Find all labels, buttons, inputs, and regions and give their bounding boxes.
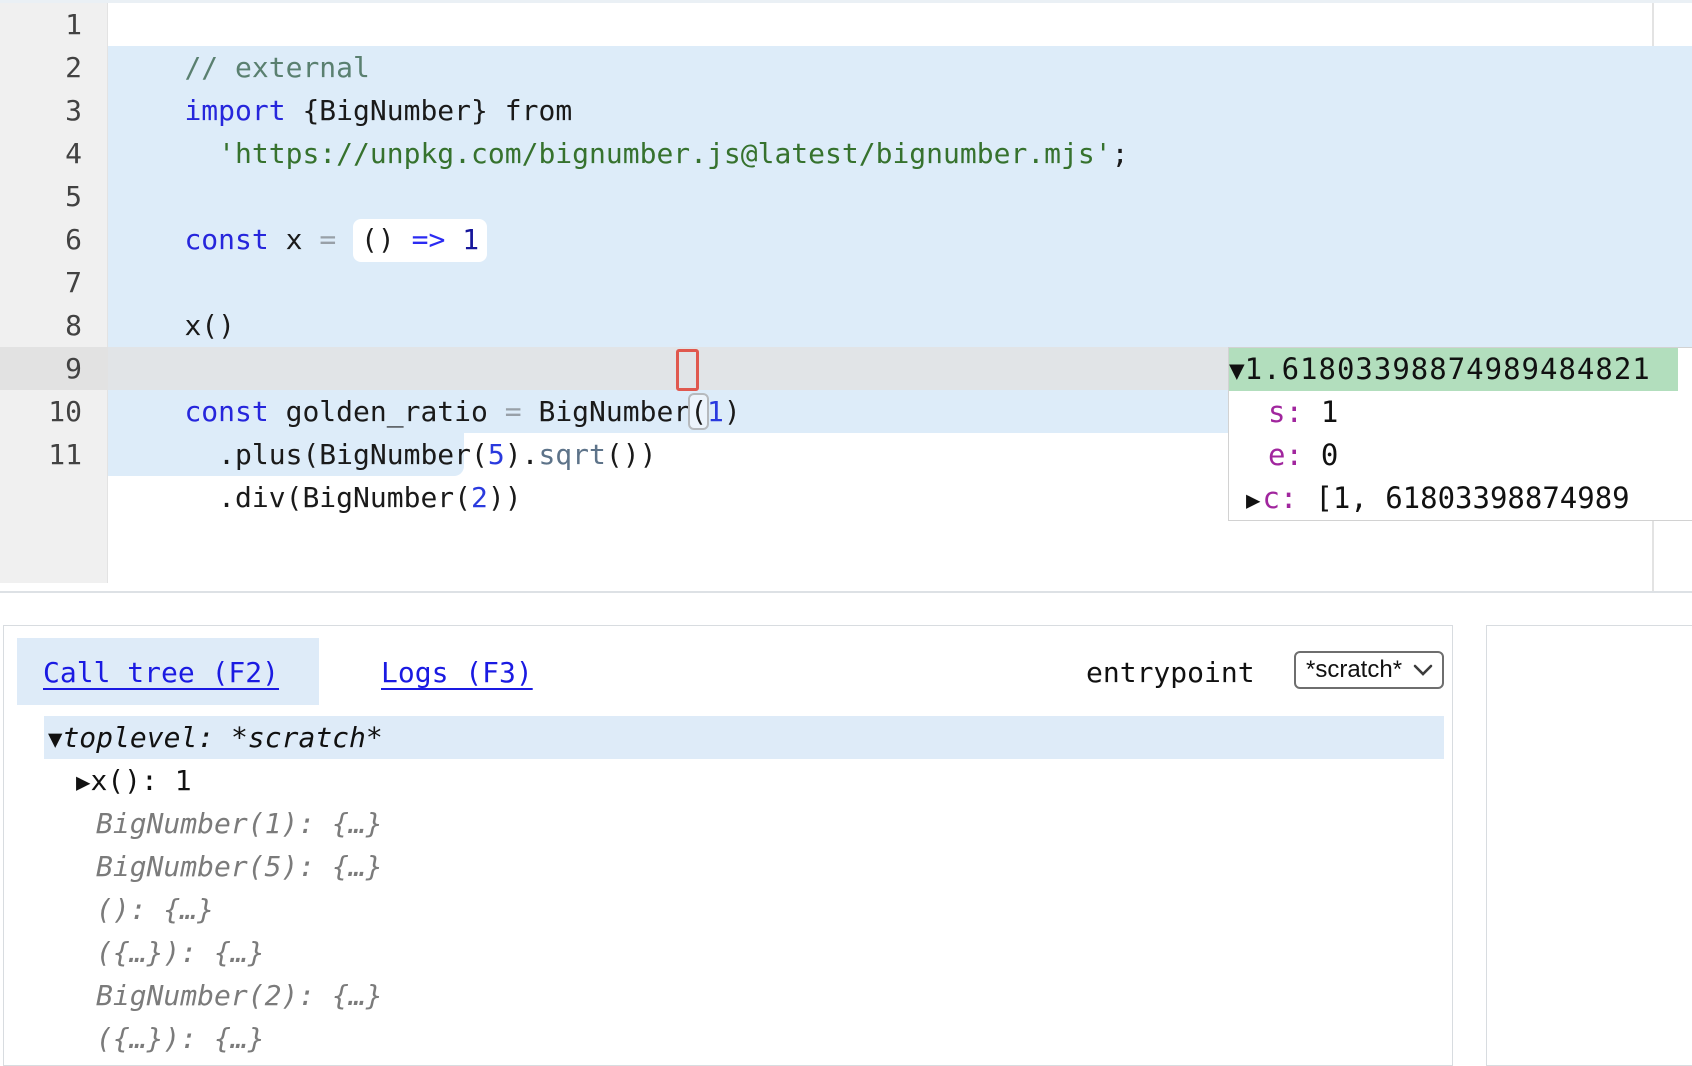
side-panel	[1486, 625, 1692, 1066]
column-ruler	[1652, 519, 1654, 591]
string-token: 'https://unpkg.com/bignumber.js@latest/b…	[218, 137, 1111, 170]
line-number: 6	[0, 218, 82, 261]
number-token: 1	[707, 395, 724, 428]
call-tree-row[interactable]: (): {…}	[4, 888, 1454, 931]
call-label: BigNumber(5): {…}	[96, 850, 383, 883]
code-token: )	[724, 395, 741, 428]
entrypoint-label: entrypoint	[1086, 651, 1255, 694]
call-label: x(): 1	[90, 764, 191, 797]
call-label: ({…}): {…}	[96, 936, 265, 969]
field-key: e:	[1268, 438, 1303, 472]
line-number: 9	[0, 347, 82, 390]
field-value: [1, 61803398874989	[1315, 481, 1629, 515]
code-line[interactable]: const x = () => 1	[117, 175, 487, 218]
keyword-token: const	[184, 223, 268, 256]
line-number: 7	[0, 261, 82, 304]
code-line[interactable]: .plus(BigNumber(5).sqrt())	[117, 390, 656, 433]
call-label: (): {…}	[96, 893, 214, 926]
number-token: 1	[462, 223, 479, 256]
code-line[interactable]: // external	[117, 3, 370, 46]
number-token: 2	[471, 481, 488, 514]
line-number: 3	[0, 89, 82, 132]
code-line[interactable]: .div(BigNumber(2))	[117, 433, 522, 476]
code-token: x()	[184, 309, 235, 342]
call-label: BigNumber(2): {…}	[96, 979, 383, 1012]
collapse-triangle-icon[interactable]: ▼	[48, 725, 62, 753]
object-field-e: e: 0	[1229, 434, 1338, 477]
field-key: s:	[1268, 395, 1303, 429]
eval-result-tooltip: ▼1.61803398874989484821 s: 1 e: 0 ▶c: [1, 6…	[1228, 347, 1692, 521]
object-field-c[interactable]: ▶c: [1, 61803398874989	[1229, 477, 1630, 520]
call-tree-row[interactable]: ({…}): {…}	[4, 931, 1454, 974]
line-number: 10	[0, 390, 82, 433]
expand-triangle-icon[interactable]: ▶	[76, 768, 90, 796]
entrypoint-select[interactable]: *scratch*	[1294, 651, 1444, 689]
code-token	[336, 223, 353, 256]
code-line[interactable]: const golden_ratio = BigNumber(1)	[117, 347, 741, 390]
code-line[interactable]: 'https://unpkg.com/bignumber.js@latest/b…	[117, 89, 1128, 132]
text-cursor	[676, 349, 699, 391]
chevron-down-icon	[1413, 664, 1433, 677]
column-ruler	[1652, 3, 1654, 46]
unexecuted-expression-highlight: () => 1	[353, 219, 487, 262]
field-key: c:	[1262, 481, 1297, 515]
result-value: 1.61803398874989484821	[1245, 352, 1651, 386]
expand-triangle-icon[interactable]: ▶	[1246, 486, 1260, 514]
result-value-row[interactable]: ▼1.61803398874989484821	[1229, 348, 1678, 391]
arrow-token: =>	[412, 223, 446, 256]
code-token: .div(BigNumber(	[184, 481, 471, 514]
object-field-s: s: 1	[1229, 391, 1338, 434]
call-tree-row-toplevel[interactable]: ▼toplevel: *scratch*	[44, 716, 1444, 759]
field-value: 0	[1321, 438, 1338, 472]
matching-bracket-highlight: (	[688, 393, 709, 430]
code-editor[interactable]: 1 2 3 4 5 6 7 8 9 10 11 // external impo…	[0, 0, 1692, 593]
call-tree-row[interactable]: ({…}): {…}	[4, 1017, 1454, 1060]
line-number: 4	[0, 132, 82, 175]
code-token: ;	[1112, 137, 1129, 170]
call-tree-row[interactable]: BigNumber(1): {…}	[4, 802, 1454, 845]
line-number: 11	[0, 433, 82, 476]
code-token: ))	[488, 481, 522, 514]
code-token	[184, 137, 218, 170]
code-line[interactable]: import {BigNumber} from	[117, 46, 572, 89]
code-token	[445, 223, 462, 256]
call-label: ({…}): {…}	[96, 1022, 265, 1055]
line-number: 2	[0, 46, 82, 89]
line-number: 1	[0, 3, 82, 46]
call-tree-row[interactable]: ▶x(): 1	[4, 759, 1454, 802]
call-label: toplevel: *scratch*	[62, 721, 382, 754]
call-tree-row[interactable]: BigNumber(5): {…}	[4, 845, 1454, 888]
line-number: 8	[0, 304, 82, 347]
code-token: x	[269, 223, 320, 256]
code-token: ())	[606, 438, 657, 471]
code-line[interactable]: x()	[117, 261, 235, 304]
operator-token: =	[319, 223, 336, 256]
call-label: BigNumber(1): {…}	[96, 807, 383, 840]
code-token: ()	[361, 223, 412, 256]
entrypoint-selected-value: *scratch*	[1306, 656, 1402, 684]
tab-call-tree[interactable]: Call tree (F2)	[43, 651, 279, 694]
line-number: 5	[0, 175, 82, 218]
call-tree: ▼toplevel: *scratch* ▶x(): 1 BigNumber(1…	[4, 716, 1454, 1060]
tab-logs[interactable]: Logs (F3)	[381, 651, 533, 694]
property-token: sqrt	[538, 438, 605, 471]
field-value: 1	[1321, 395, 1338, 429]
call-tree-row[interactable]: BigNumber(2): {…}	[4, 974, 1454, 1017]
call-tree-panel: Call tree (F2) Logs (F3) entrypoint *scr…	[3, 625, 1453, 1066]
collapse-triangle-icon[interactable]: ▼	[1229, 356, 1245, 386]
